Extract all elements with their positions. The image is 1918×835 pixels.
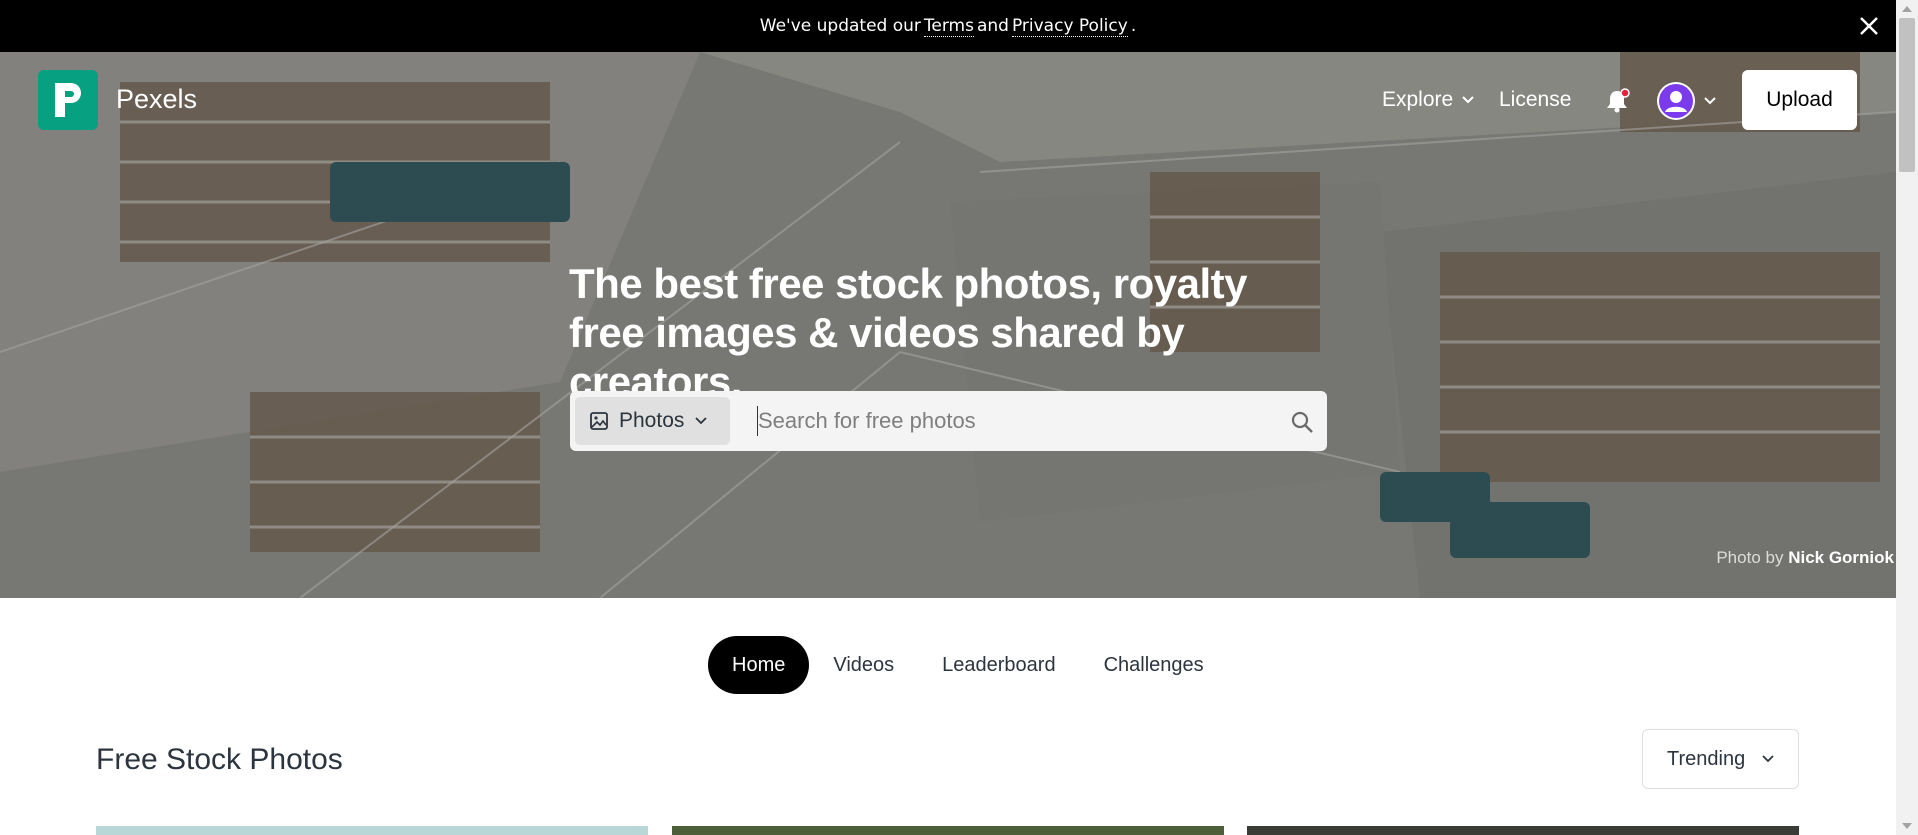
- pexels-logo[interactable]: [38, 70, 98, 130]
- image-icon: [590, 412, 608, 430]
- chevron-down-icon: [1762, 755, 1774, 763]
- notice-text: We've updated our: [759, 16, 921, 36]
- search-type-dropdown[interactable]: Photos: [575, 397, 730, 445]
- section-title: Free Stock Photos: [96, 743, 343, 776]
- sort-dropdown[interactable]: Trending: [1642, 729, 1799, 789]
- page-scrollbar[interactable]: [1896, 0, 1918, 835]
- tab-challenges[interactable]: Challenges: [1080, 636, 1228, 694]
- pexels-logo-icon: [55, 83, 81, 117]
- explore-label: Explore: [1382, 88, 1454, 111]
- avatar-chevron-down-icon[interactable]: [1703, 94, 1717, 108]
- explore-menu[interactable]: Explore: [1382, 88, 1475, 112]
- license-link[interactable]: License: [1499, 88, 1571, 112]
- user-avatar[interactable]: [1657, 82, 1695, 120]
- photo-thumbnail[interactable]: [672, 826, 1224, 835]
- search-icon[interactable]: [1290, 410, 1314, 434]
- chevron-down-icon: [1462, 96, 1474, 104]
- brand-name[interactable]: Pexels: [116, 84, 197, 115]
- scroll-down-arrow-icon[interactable]: [1902, 823, 1912, 829]
- photo-credit-prefix: Photo by: [1716, 548, 1784, 567]
- tab-home[interactable]: Home: [708, 636, 810, 694]
- main-tabs: Home Videos Leaderboard Challenges: [708, 636, 1228, 694]
- notice-banner: We've updated our Terms and Privacy Poli…: [0, 0, 1896, 52]
- photographer-link[interactable]: Nick Gorniok: [1788, 548, 1894, 567]
- scrollbar-thumb[interactable]: [1899, 18, 1915, 172]
- tab-leaderboard[interactable]: Leaderboard: [918, 636, 1079, 694]
- notice-and: and: [976, 16, 1009, 36]
- top-navigation: Pexels Explore License Upload: [0, 52, 1896, 148]
- scroll-up-arrow-icon[interactable]: [1902, 6, 1912, 12]
- notice-suffix: .: [1130, 16, 1137, 36]
- close-icon[interactable]: [1856, 13, 1882, 39]
- hero-headline: The best free stock photos, royalty free…: [569, 260, 1248, 405]
- privacy-policy-link[interactable]: Privacy Policy: [1011, 16, 1128, 37]
- sort-label: Trending: [1667, 747, 1746, 770]
- tab-videos[interactable]: Videos: [809, 636, 918, 694]
- search-bar: Photos: [570, 391, 1327, 451]
- terms-link[interactable]: Terms: [923, 16, 974, 37]
- photo-thumbnail[interactable]: [1247, 826, 1799, 835]
- photo-thumbnail[interactable]: [96, 826, 648, 835]
- upload-button[interactable]: Upload: [1742, 70, 1857, 130]
- search-input[interactable]: [758, 401, 1238, 441]
- photo-credit: Photo by Nick Gorniok: [1716, 548, 1894, 568]
- search-type-label: Photos: [619, 409, 685, 432]
- notification-bell-icon[interactable]: [1604, 88, 1630, 114]
- user-avatar-icon: [1659, 84, 1693, 118]
- chevron-down-icon: [695, 417, 708, 425]
